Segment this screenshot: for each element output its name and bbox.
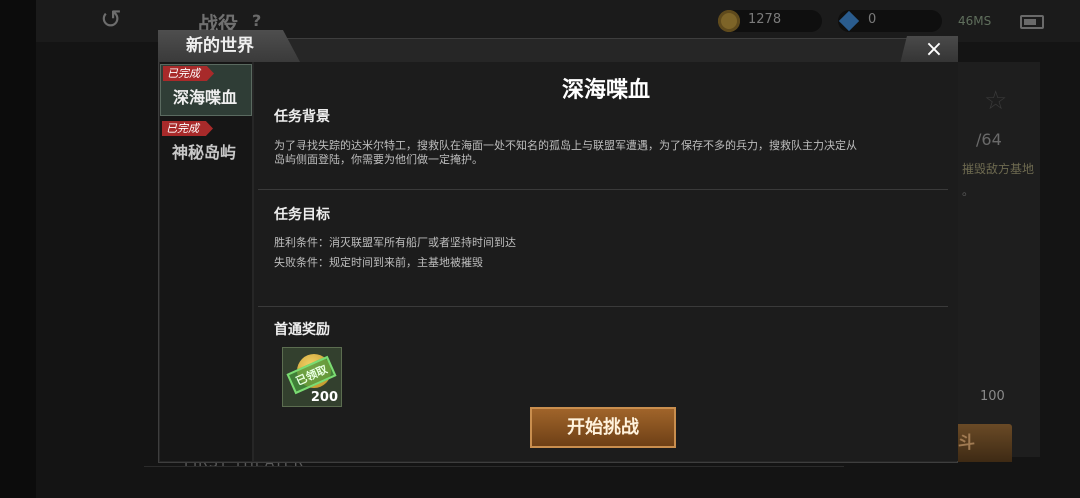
background-heading: 任务背景 [274,109,330,125]
gem-value: 0 [868,12,877,27]
coin-value: 1278 [748,12,782,27]
objective-heading: 任务目标 [274,207,330,223]
left-edge [0,0,36,498]
background-text-line-1: 为了寻找失踪的达米尔特工，搜救队在海面一处不知名的孤岛上与联盟军遭遇，为了保存不… [274,139,857,152]
diamond-icon [838,10,860,32]
objective-hint: 摧毁敌方基地 [962,162,1035,176]
back-arrow-icon: ↺ [100,5,122,35]
background-divider [144,466,844,467]
objective-dot: 。 [962,184,975,198]
reward-heading: 首通奖励 [274,322,330,338]
level-item-deep-sea[interactable]: 已完成 深海喋血 [160,64,252,116]
claimed-stamp: 已领取 [286,355,337,395]
level-name: 深海喋血 [173,88,238,107]
section-divider [258,306,948,307]
completed-badge: 已完成 [162,121,213,136]
progress-count: /64 [976,130,1002,149]
coin-icon [718,10,740,32]
start-challenge-button[interactable]: 开始挑战 [530,407,676,448]
section-divider [258,189,948,190]
level-title: 深海喋血 [561,78,650,103]
reward-amount: 200 [310,390,338,405]
close-icon: × [924,37,944,62]
cost-value: 100 [980,389,1005,404]
win-condition: 胜利条件：消灭联盟军所有船厂或者坚持时间到达 [274,236,516,249]
level-name: 神秘岛屿 [172,143,237,162]
help-icon[interactable]: ? [252,11,261,30]
world-tab[interactable]: 新的世界 [158,30,300,62]
completed-badge: 已完成 [163,66,214,81]
gem-counter: 0 [838,10,942,32]
lose-condition: 失败条件：规定时间到来前，主基地被摧毁 [274,256,483,269]
background-text-line-2: 岛屿侧面登陆，你需要为他们做一定掩护。 [274,153,483,166]
battery-icon [1020,15,1044,29]
first-clear-reward[interactable]: 已领取 200 [282,347,342,407]
level-list: 已完成 深海喋血 已完成 神秘岛屿 [160,62,252,461]
back-button[interactable]: ↺ [100,6,144,34]
fight-button[interactable]: 斗 [958,424,1012,462]
star-icon: ☆ [984,86,1008,116]
coin-counter: 1278 [718,10,822,32]
ping-indicator: 46MS [958,14,992,28]
level-item-mystery-island[interactable]: 已完成 神秘岛屿 [160,120,252,172]
level-detail-content: 深海喋血 任务背景 为了寻找失踪的达米尔特工，搜救队在海面一处不知名的孤岛上与联… [254,62,958,461]
close-button[interactable]: × [900,36,958,64]
